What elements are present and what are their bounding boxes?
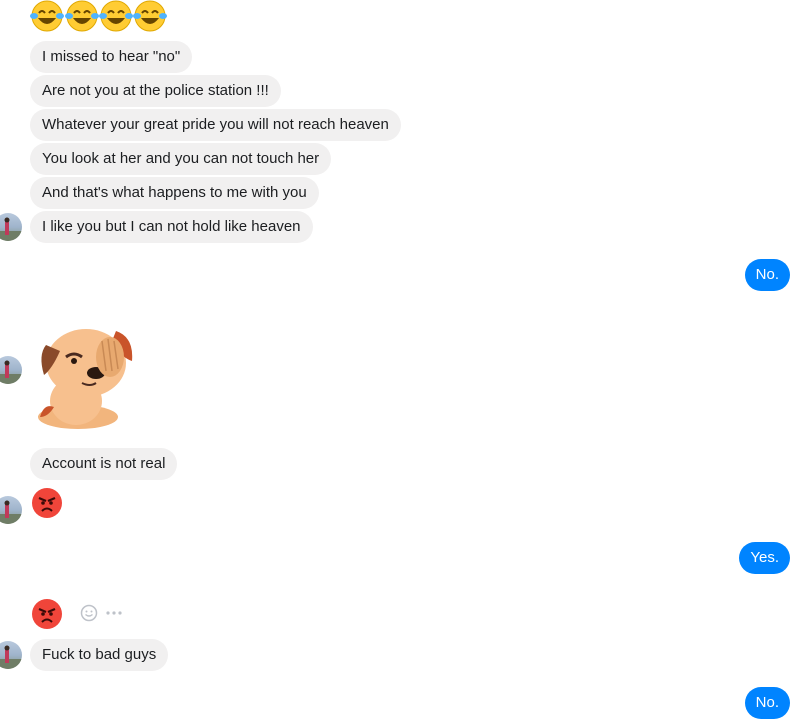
smiley-icon[interactable]	[80, 604, 98, 622]
sent-message-bubble[interactable]: No.	[744, 687, 790, 719]
contact-avatar[interactable]	[0, 496, 22, 524]
tears-of-joy-icon	[30, 0, 64, 32]
contact-avatar[interactable]	[0, 356, 22, 384]
message-bubble[interactable]: I like you but I can not hold like heave…	[30, 211, 313, 243]
tears-of-joy-icon	[99, 0, 133, 32]
message-bubble[interactable]: Fuck to bad guys	[30, 639, 169, 671]
message-bubble[interactable]: I missed to hear "no"	[30, 41, 193, 73]
sent-message-bubble[interactable]: Yes.	[739, 542, 790, 574]
contact-avatar[interactable]	[0, 213, 22, 241]
angry-face-icon[interactable]	[31, 487, 63, 519]
tears-of-joy-icon	[133, 0, 167, 32]
tears-of-joy-icon	[65, 0, 99, 32]
message-bubble[interactable]: And that's what happens to me with you	[30, 177, 319, 209]
angry-face-icon[interactable]	[31, 598, 63, 630]
puppy-facepalm-sticker[interactable]	[32, 317, 140, 431]
message-bubble[interactable]: Are not you at the police station !!!	[30, 75, 281, 107]
more-dots-icon[interactable]	[105, 604, 123, 622]
contact-avatar[interactable]	[0, 641, 22, 669]
message-bubble[interactable]: Whatever your great pride you will not r…	[30, 109, 401, 141]
message-bubble[interactable]: Account is not real	[30, 448, 178, 480]
message-bubble[interactable]: You look at her and you can not touch he…	[30, 143, 332, 175]
sent-message-bubble[interactable]: No.	[744, 259, 790, 291]
